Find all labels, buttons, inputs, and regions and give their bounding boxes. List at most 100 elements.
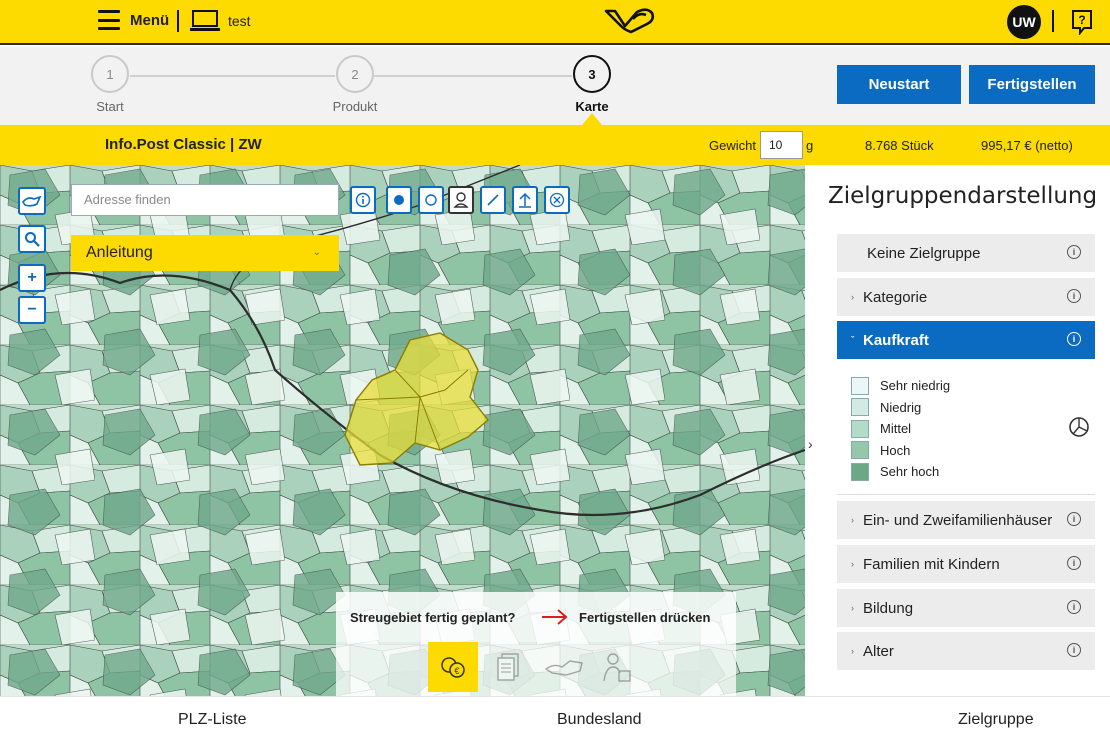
chevron-right-icon: › [851, 292, 854, 302]
austria-map-icon[interactable] [539, 642, 589, 692]
legend-swatch [851, 398, 869, 417]
info-icon[interactable]: i [1067, 600, 1081, 614]
project-name[interactable]: test [228, 13, 251, 29]
active-step-pointer [582, 113, 602, 125]
category-houses[interactable]: › Ein- und Zweifamilienhäuser i [837, 501, 1095, 539]
legend-item: Hoch [851, 440, 950, 462]
step-karte[interactable]: 3 Karte [547, 55, 637, 114]
divider [1052, 10, 1054, 32]
step-number: 2 [336, 55, 374, 93]
category-education[interactable]: › Bildung i [837, 589, 1095, 627]
target-group-panel: Zielgruppendarstellung Keine Zielgruppe … [823, 165, 1110, 696]
legend-swatch [851, 419, 869, 438]
address-search-input[interactable]: Adresse finden [71, 184, 339, 216]
finish-button[interactable]: Fertigstellen [969, 65, 1095, 104]
product-name: Info.Post Classic | ZW [105, 136, 262, 153]
legend-label: Sehr niedrig [880, 378, 951, 394]
pie-chart-icon[interactable] [1068, 416, 1090, 438]
info-icon[interactable]: i [1067, 512, 1081, 526]
legend-label: Mittel [880, 421, 912, 437]
chevron-right-icon[interactable]: › [808, 436, 813, 452]
bottom-toolbar: € [336, 642, 736, 696]
zoom-in-button[interactable]: + [18, 264, 46, 292]
coins-icon[interactable]: € [428, 642, 478, 692]
category-families[interactable]: › Familien mit Kindern i [837, 545, 1095, 583]
panel-title: Zielgruppendarstellung [828, 183, 1098, 209]
svg-text:?: ? [1078, 13, 1085, 27]
category-label: Alter [863, 642, 894, 660]
svg-text:€: € [454, 666, 459, 676]
chevron-right-icon: › [851, 515, 854, 525]
info-icon[interactable]: i [1067, 643, 1081, 657]
circle-select-icon[interactable] [418, 186, 444, 214]
hint-action: Fertigstellen drücken [579, 610, 711, 625]
divider [837, 494, 1095, 495]
weight-input[interactable]: 10 [760, 131, 803, 159]
menu-button[interactable]: Menü [98, 10, 169, 30]
info-icon[interactable]: i [1067, 245, 1081, 259]
legend-item: Sehr hoch [851, 461, 950, 483]
chevron-down-icon: ⌄ [312, 247, 321, 258]
step-connector [130, 75, 335, 77]
help-icon[interactable]: ? [1071, 9, 1093, 35]
laptop-icon [190, 10, 220, 31]
pencil-icon[interactable] [480, 186, 506, 214]
category-age[interactable]: › Alter i [837, 632, 1095, 670]
point-select-icon[interactable] [386, 186, 412, 214]
step-label: Produkt [332, 99, 378, 114]
info-icon[interactable]: i [1067, 332, 1081, 346]
weight-unit: g [806, 138, 814, 153]
arrow-right-icon [542, 609, 568, 625]
documents-icon[interactable] [484, 642, 534, 692]
step-start[interactable]: 1 Start [65, 55, 155, 114]
step-produkt[interactable]: 2 Produkt [310, 55, 400, 114]
info-icon[interactable] [350, 186, 376, 214]
top-bar: Menü test UW ? [0, 0, 1110, 45]
delivery-person-icon[interactable] [592, 642, 642, 692]
zoom-out-button[interactable]: − [18, 296, 46, 324]
upload-icon[interactable] [512, 186, 538, 214]
post-horn-logo-icon [604, 8, 655, 34]
guide-dropdown[interactable]: Anleitung ⌄ [71, 235, 339, 271]
category-kategorie[interactable]: › Kategorie i [837, 278, 1095, 316]
map-area[interactable]: + − Adresse finden Anleitung ⌄ Streugebi… [0, 165, 805, 696]
completion-hint: Streugebiet fertig geplant? Fertigstelle… [336, 592, 736, 642]
location-person-icon[interactable] [448, 186, 474, 214]
chevron-right-icon: › [851, 646, 854, 656]
legend-swatch [851, 376, 869, 395]
category-none[interactable]: Keine Zielgruppe i [837, 234, 1095, 272]
step-connector [374, 75, 572, 77]
category-label: Bildung [863, 599, 914, 617]
quantity-value: 8.768 Stück [865, 138, 934, 153]
info-icon[interactable]: i [1067, 556, 1081, 570]
chevron-right-icon: › [851, 559, 854, 569]
legend-label: Niedrig [880, 399, 922, 415]
clear-selection-icon[interactable] [544, 186, 570, 214]
chevron-right-icon: › [851, 603, 854, 613]
restart-button[interactable]: Neustart [837, 65, 961, 104]
bundesland-tab[interactable]: Bundesland [557, 711, 642, 729]
map-reset-icon[interactable] [18, 187, 46, 215]
legend-item: Niedrig [851, 397, 950, 419]
order-info-bar: Info.Post Classic | ZW Gewicht 10 g 8.76… [0, 125, 1110, 165]
plz-list-tab[interactable]: PLZ-Liste [178, 711, 246, 729]
legend-swatch [851, 441, 869, 460]
user-avatar[interactable]: UW [1007, 5, 1041, 39]
legend-item: Mittel [851, 418, 950, 440]
kaufkraft-legend: Sehr niedrig Niedrig Mittel Hoch Sehr ho… [851, 375, 950, 483]
legend-label: Sehr hoch [880, 464, 940, 480]
zielgruppe-tab[interactable]: Zielgruppe [958, 711, 1034, 729]
info-icon[interactable]: i [1067, 289, 1081, 303]
category-label: Ein- und Zweifamilienhäuser [863, 511, 1053, 529]
bottom-navigation: PLZ-Liste Bundesland Zielgruppe [0, 696, 1110, 740]
hint-question: Streugebiet fertig geplant? [350, 610, 516, 625]
category-kaufkraft[interactable]: ˇ Kaufkraft i [837, 321, 1095, 359]
legend-swatch [851, 462, 869, 481]
weight-label: Gewicht [709, 138, 756, 153]
search-icon[interactable] [18, 225, 46, 253]
divider [177, 10, 179, 32]
step-number: 3 [573, 55, 611, 93]
menu-label: Menü [130, 11, 170, 29]
guide-label: Anleitung [86, 244, 153, 261]
category-label: Familien mit Kindern [863, 555, 1000, 573]
